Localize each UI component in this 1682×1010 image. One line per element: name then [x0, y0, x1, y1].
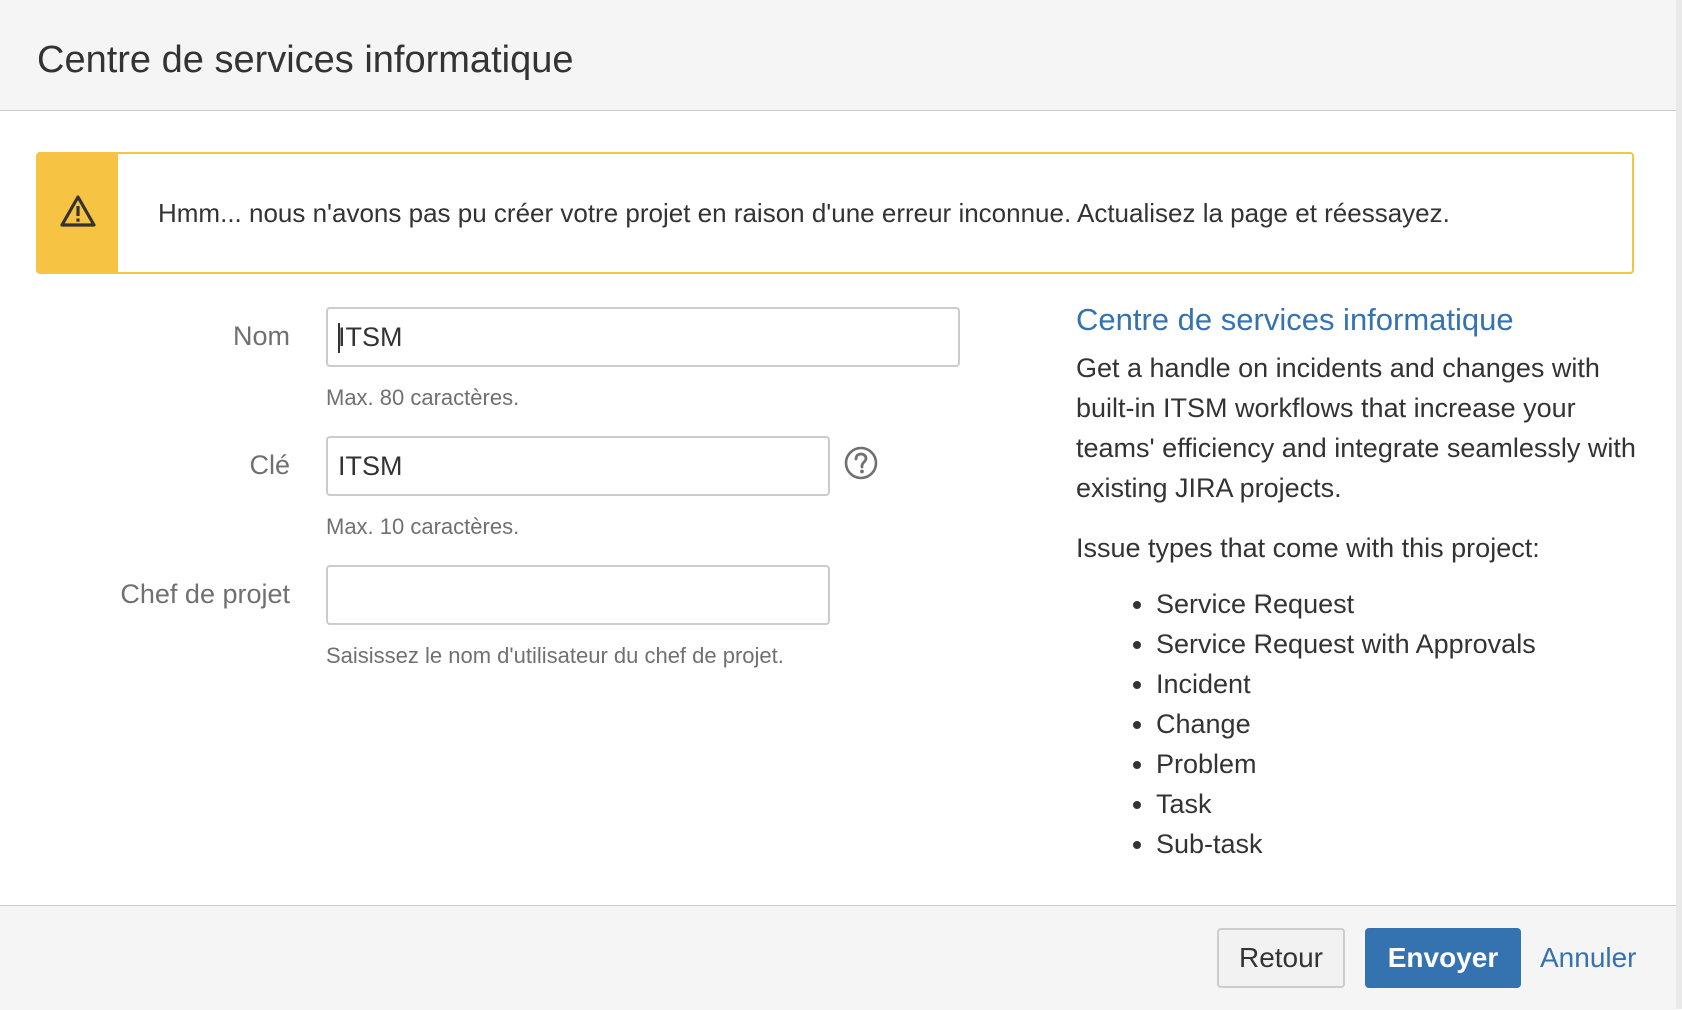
list-item: Problem — [1156, 744, 1646, 784]
project-lead-label: Chef de projet — [120, 579, 290, 609]
name-label: Nom — [232, 321, 290, 351]
key-label: Clé — [249, 450, 290, 480]
list-item: Sub-task — [1156, 824, 1646, 864]
issue-types-heading: Issue types that come with this project: — [1076, 533, 1540, 563]
dialog-title: Centre de services informatique — [37, 39, 574, 81]
name-hint: Max. 80 caractères. — [326, 385, 520, 410]
back-button[interactable]: Retour — [1217, 928, 1345, 988]
list-item: Task — [1156, 784, 1646, 824]
list-item: Change — [1156, 704, 1646, 744]
name-input[interactable] — [326, 307, 960, 367]
cancel-link[interactable]: Annuler — [1540, 928, 1637, 988]
project-lead-input[interactable] — [326, 565, 830, 625]
dialog-header: Centre de services informatique — [0, 0, 1676, 111]
list-item: Service Request with Approvals — [1156, 624, 1646, 664]
warning-message: Hmm... nous n'avons pas pu créer votre p… — [36, 152, 1634, 274]
project-lead-hint: Saisissez le nom d'utilisateur du chef d… — [326, 643, 784, 668]
warning-triangle-icon — [60, 194, 96, 233]
key-input[interactable] — [326, 436, 830, 496]
project-type-info: Centre de services informatique Get a ha… — [1076, 300, 1646, 864]
info-title: Centre de services informatique — [1076, 302, 1514, 337]
text-caret — [338, 323, 340, 353]
warning-text: Hmm... nous n'avons pas pu créer votre p… — [158, 197, 1450, 228]
question-circle-icon[interactable] — [844, 446, 878, 480]
key-hint: Max. 10 caractères. — [326, 514, 520, 539]
warning-stripe — [38, 154, 118, 272]
dialog-footer: Retour Envoyer Annuler — [0, 905, 1676, 1010]
page-edge — [1676, 0, 1682, 1009]
list-item: Incident — [1156, 664, 1646, 704]
issue-types-list: Service Request Service Request with App… — [1076, 584, 1646, 864]
create-project-dialog: Centre de services informatique Hmm... n… — [0, 0, 1677, 1010]
submit-button[interactable]: Envoyer — [1365, 928, 1521, 988]
info-description: Get a handle on incidents and changes wi… — [1076, 353, 1636, 503]
list-item: Service Request — [1156, 584, 1646, 624]
